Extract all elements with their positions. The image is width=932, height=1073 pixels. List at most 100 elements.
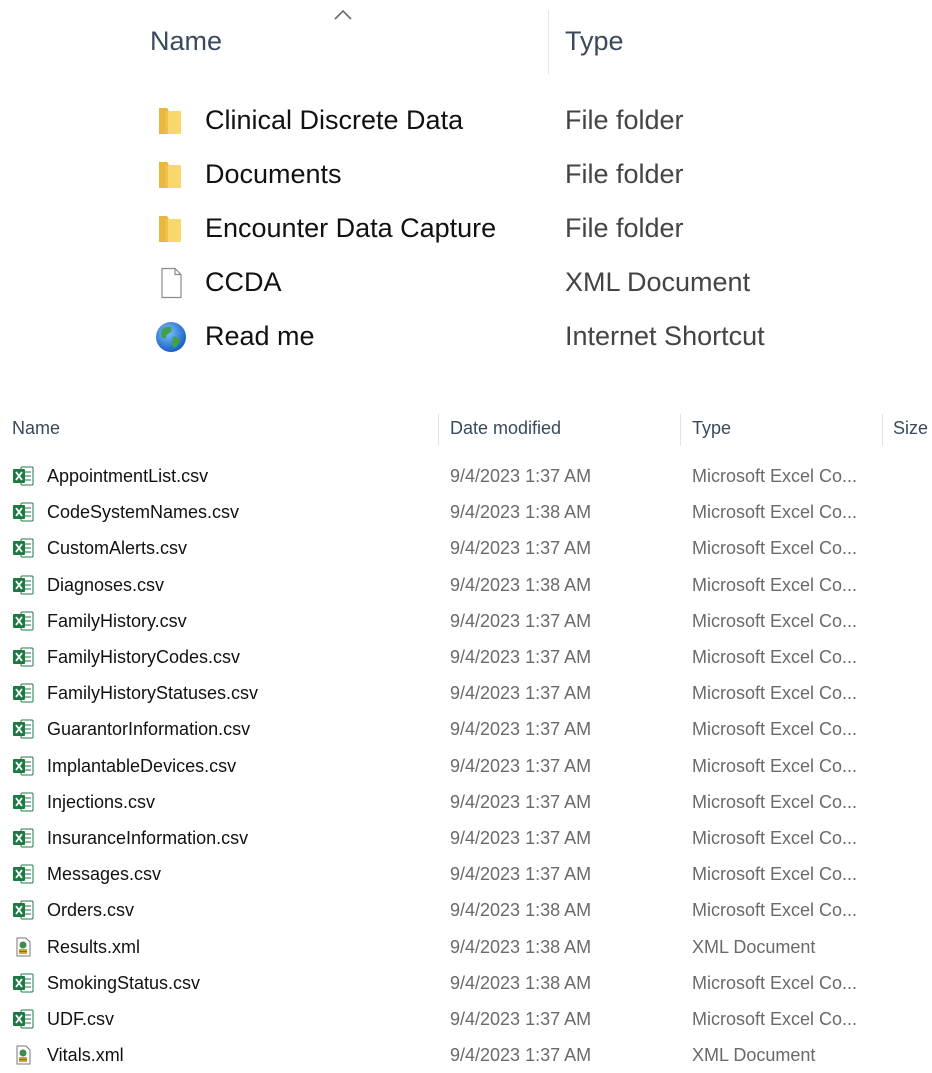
item-name[interactable]: Encounter Data Capture [205,213,496,244]
file-row[interactable]: AppointmentList.csv 9/4/2023 1:37 AM Micro… [0,458,932,494]
file-name[interactable]: InsuranceInformation.csv [47,828,248,849]
excel-csv-icon [12,864,34,884]
file-name[interactable]: GuarantorInformation.csv [47,719,250,740]
file-row[interactable]: Vitals.xml 9/4/2023 1:37 AM XML Document [0,1037,932,1073]
file-list-details: Name Date modified Type Size Appointment… [0,400,932,1070]
file-name[interactable]: FamilyHistoryCodes.csv [47,647,240,668]
file-type: Microsoft Excel Co... [692,502,858,523]
column-header-date-modified[interactable]: Date modified [450,418,561,439]
file-name[interactable]: CodeSystemNames.csv [47,502,239,523]
item-type: Internet Shortcut [565,321,765,351]
excel-csv-icon [12,828,34,848]
file-date-modified: 9/4/2023 1:37 AM [450,719,592,740]
file-row[interactable]: FamilyHistoryCodes.csv 9/4/2023 1:37 AM Mi… [0,639,932,675]
file-name[interactable]: AppointmentList.csv [47,466,208,487]
file-type: Microsoft Excel Co... [692,574,858,595]
excel-csv-icon [12,647,34,667]
excel-csv-icon [12,900,34,920]
file-row[interactable]: GuarantorInformation.csv 9/4/2023 1:37 AM… [0,711,932,747]
column-header-name[interactable]: Name [12,418,60,439]
excel-csv-icon [12,973,34,993]
folder-row[interactable]: Documents File folder [150,150,850,200]
file-row[interactable]: UDF.csv 9/4/2023 1:37 AM Microsoft Excel C… [0,1001,932,1037]
item-name[interactable]: Read me [205,321,315,352]
excel-csv-icon [12,1009,34,1029]
file-type: Microsoft Excel Co... [692,791,858,812]
file-name[interactable]: SmokingStatus.csv [47,973,200,994]
file-date-modified: 9/4/2023 1:37 AM [450,610,592,631]
file-type: Microsoft Excel Co... [692,900,858,921]
file-type: Microsoft Excel Co... [692,647,858,667]
column-header-size[interactable]: Size [893,418,928,439]
file-row[interactable]: Injections.csv 9/4/2023 1:37 AM Microsoft … [0,784,932,820]
xml-file-icon [12,1045,34,1065]
column-header-type[interactable]: Type [565,26,624,57]
file-date-modified: 9/4/2023 1:37 AM [450,864,592,885]
file-date-modified: 9/4/2023 1:37 AM [450,1045,592,1066]
file-row[interactable]: FamilyHistory.csv 9/4/2023 1:37 AM Microso… [0,603,932,639]
item-name[interactable]: CCDA [205,267,282,298]
folder-view-large: Name Type Clinical Discrete Data File fo… [0,0,932,370]
file-date-modified: 9/4/2023 1:37 AM [450,1009,592,1029]
file-name[interactable]: CustomAlerts.csv [47,538,187,559]
file-date-modified: 9/4/2023 1:37 AM [450,683,592,704]
item-name[interactable]: Clinical Discrete Data [205,105,463,136]
file-name[interactable]: FamilyHistoryStatuses.csv [47,683,258,704]
excel-csv-icon [12,792,34,812]
file-row[interactable]: FamilyHistoryStatuses.csv 9/4/2023 1:37 A… [0,675,932,711]
folder-row[interactable]: Clinical Discrete Data File folder [150,96,850,146]
file-name[interactable]: ImplantableDevices.csv [47,756,236,777]
globe-icon [156,322,186,352]
file-name[interactable]: Messages.csv [47,864,161,885]
file-date-modified: 9/4/2023 1:38 AM [450,900,592,921]
folder-row[interactable]: Encounter Data Capture File folder [150,204,850,254]
chevron-up-icon[interactable] [332,8,354,22]
folder-icon [159,108,181,134]
column-header-name[interactable]: Name [150,26,222,57]
file-name[interactable]: Injections.csv [47,792,155,813]
file-row[interactable]: ImplantableDevices.csv 9/4/2023 1:37 AM Mi… [0,748,932,784]
shortcut-row[interactable]: Read me Internet Shortcut [150,312,850,362]
excel-csv-icon [12,719,34,739]
column-divider[interactable] [548,10,549,74]
file-name[interactable]: Orders.csv [47,900,134,921]
file-date-modified: 9/4/2023 1:38 AM [450,574,592,595]
file-row[interactable]: SmokingStatus.csv 9/4/2023 1:38 AM Microso… [0,965,932,1001]
file-type: XML Document [692,1045,816,1066]
item-name[interactable]: Documents [205,159,342,190]
file-row[interactable]: Messages.csv 9/4/2023 1:37 AM Microsoft Ex… [0,856,932,892]
file-row[interactable]: CCDA XML Document [150,258,850,308]
file-type: Microsoft Excel Co... [692,719,858,740]
file-row[interactable]: InsuranceInformation.csv 9/4/2023 1:37 AM… [0,820,932,856]
column-divider[interactable] [680,414,681,446]
file-type: XML Document [692,936,816,957]
file-name[interactable]: FamilyHistory.csv [47,611,187,632]
file-row[interactable]: Orders.csv 9/4/2023 1:38 AM Microsoft Exce… [0,892,932,928]
file-row[interactable]: CustomAlerts.csv 9/4/2023 1:37 AM Microsof… [0,530,932,566]
file-row[interactable]: Results.xml 9/4/2023 1:38 AM XML Document [0,929,932,965]
file-name[interactable]: Diagnoses.csv [47,575,164,596]
item-type: File folder [565,159,684,189]
file-type: Microsoft Excel Co... [692,538,858,559]
file-date-modified: 9/4/2023 1:37 AM [450,791,592,812]
file-type: Microsoft Excel Co... [692,466,858,486]
file-name[interactable]: UDF.csv [47,1009,114,1030]
excel-csv-icon [12,575,34,595]
file-type: Microsoft Excel Co... [692,755,858,776]
item-type: File folder [565,213,684,243]
folder-icon [159,162,181,188]
column-divider[interactable] [438,414,439,446]
file-name[interactable]: Results.xml [47,937,140,958]
column-header-type[interactable]: Type [692,418,731,439]
file-name[interactable]: Vitals.xml [47,1045,124,1066]
excel-csv-icon [12,538,34,558]
file-type: Microsoft Excel Co... [692,610,858,631]
file-date-modified: 9/4/2023 1:37 AM [450,647,592,667]
folder-icon [159,216,181,242]
column-divider[interactable] [882,414,883,446]
file-row[interactable]: CodeSystemNames.csv 9/4/2023 1:38 AM Micro… [0,494,932,530]
file-type: Microsoft Excel Co... [692,972,858,993]
blank-file-icon [161,267,182,299]
excel-csv-icon [12,683,34,703]
file-row[interactable]: Diagnoses.csv 9/4/2023 1:38 AM Microsoft E… [0,567,932,603]
